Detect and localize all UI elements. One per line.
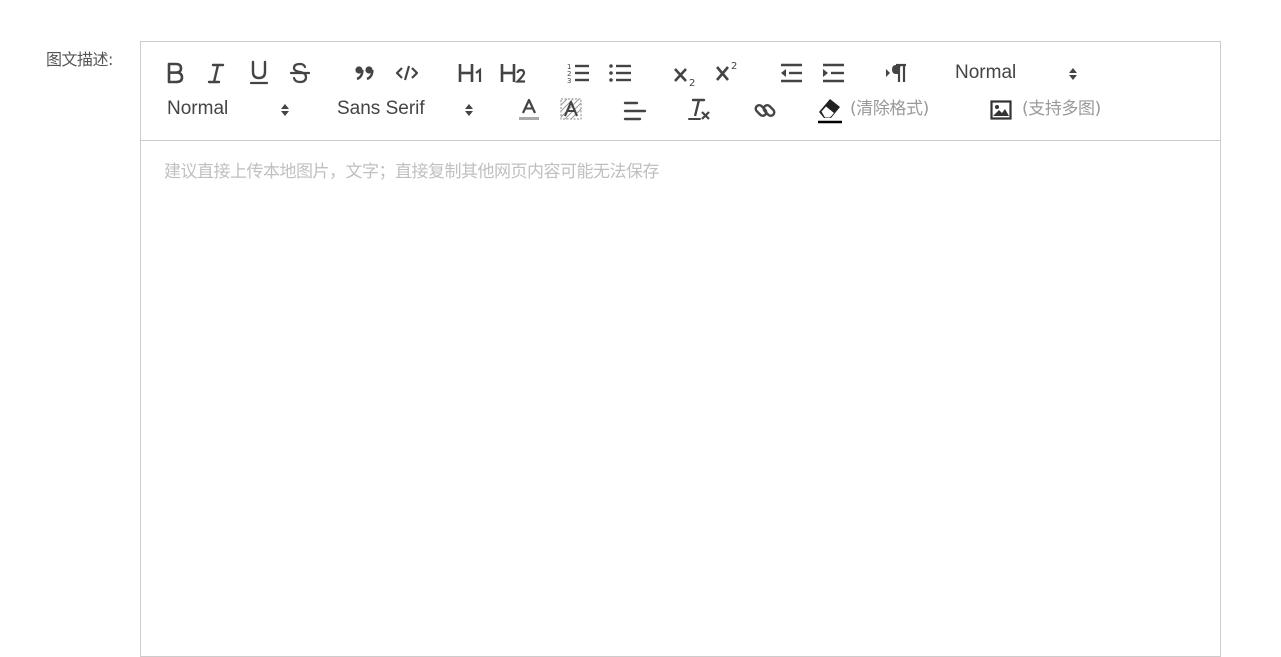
font-color-icon: [519, 98, 539, 120]
clean-format-icon: [688, 98, 710, 120]
svg-text:2: 2: [731, 61, 737, 72]
bullet-list-button[interactable]: [608, 61, 632, 85]
align-left-icon: [623, 101, 647, 121]
svg-text:2: 2: [689, 78, 695, 88]
background-color-icon: [560, 98, 582, 120]
text-size-select[interactable]: Normal: [167, 97, 295, 121]
font-color-button[interactable]: [517, 97, 541, 123]
image-button[interactable]: [989, 98, 1013, 122]
header-2-icon: [500, 64, 526, 83]
field-label: 图文描述:: [46, 50, 113, 69]
eraser-icon: [818, 99, 842, 124]
superscript-button[interactable]: 2: [714, 58, 740, 84]
rich-text-editor: 1 2 3 2 2 Normal Normal Sans Serif (清除格式…: [140, 41, 1221, 657]
outdent-icon: [781, 63, 802, 83]
blockquote-button[interactable]: [354, 63, 376, 83]
italic-icon: [207, 63, 225, 84]
bullet-list-icon: [609, 64, 631, 82]
select-arrows-icon: [1069, 68, 1077, 80]
blockquote-icon: [355, 66, 374, 81]
italic-button[interactable]: [206, 61, 226, 85]
font-family-select-value: Sans Serif: [337, 98, 425, 119]
superscript-icon: 2: [716, 61, 737, 81]
subscript-icon: 2: [674, 68, 695, 88]
strike-button[interactable]: [289, 61, 311, 85]
header-1-button[interactable]: [457, 60, 485, 86]
background-color-button[interactable]: [559, 97, 583, 123]
align-button[interactable]: [623, 100, 647, 122]
editor-content-area[interactable]: 建议直接上传本地图片，文字；直接复制其他网页内容可能无法保存: [141, 141, 1220, 656]
code-block-button[interactable]: [395, 64, 419, 82]
header-1-icon: [458, 64, 482, 82]
indent-icon: [823, 63, 844, 83]
editor-placeholder: 建议直接上传本地图片，文字；直接复制其他网页内容可能无法保存: [164, 162, 660, 182]
strike-icon: [289, 62, 311, 84]
clean-format-button[interactable]: [687, 97, 713, 123]
rtl-direction-icon: [886, 63, 906, 82]
underline-icon: [249, 60, 269, 85]
header-2-button[interactable]: [499, 60, 527, 86]
select-arrows-icon: [281, 104, 289, 116]
select-arrows-icon: [465, 104, 473, 116]
clear-format-hint: (清除格式): [850, 99, 929, 119]
link-icon: [754, 104, 776, 117]
font-family-select[interactable]: Sans Serif: [337, 97, 479, 121]
image-icon: [990, 100, 1012, 120]
code-block-icon: [395, 65, 419, 81]
editor-toolbar: 1 2 3 2 2 Normal Normal Sans Serif (清除格式…: [141, 42, 1220, 141]
ordered-list-icon: 1 2 3: [567, 63, 589, 85]
bold-button[interactable]: [165, 61, 185, 85]
header-size-select-value: Normal: [955, 62, 1017, 83]
subscript-button[interactable]: 2: [672, 62, 698, 88]
indent-button[interactable]: [821, 62, 845, 84]
underline-button[interactable]: [248, 59, 270, 87]
text-size-select-value: Normal: [167, 98, 229, 119]
ordered-list-button[interactable]: 1 2 3: [566, 61, 590, 85]
eraser-button[interactable]: [816, 94, 844, 124]
direction-button[interactable]: [884, 62, 910, 84]
bold-icon: [167, 62, 184, 84]
image-hint: (支持多图): [1022, 99, 1101, 119]
outdent-button[interactable]: [779, 62, 803, 84]
svg-text:3: 3: [567, 77, 571, 85]
header-size-select[interactable]: Normal: [955, 61, 1085, 85]
link-button[interactable]: [752, 97, 778, 123]
